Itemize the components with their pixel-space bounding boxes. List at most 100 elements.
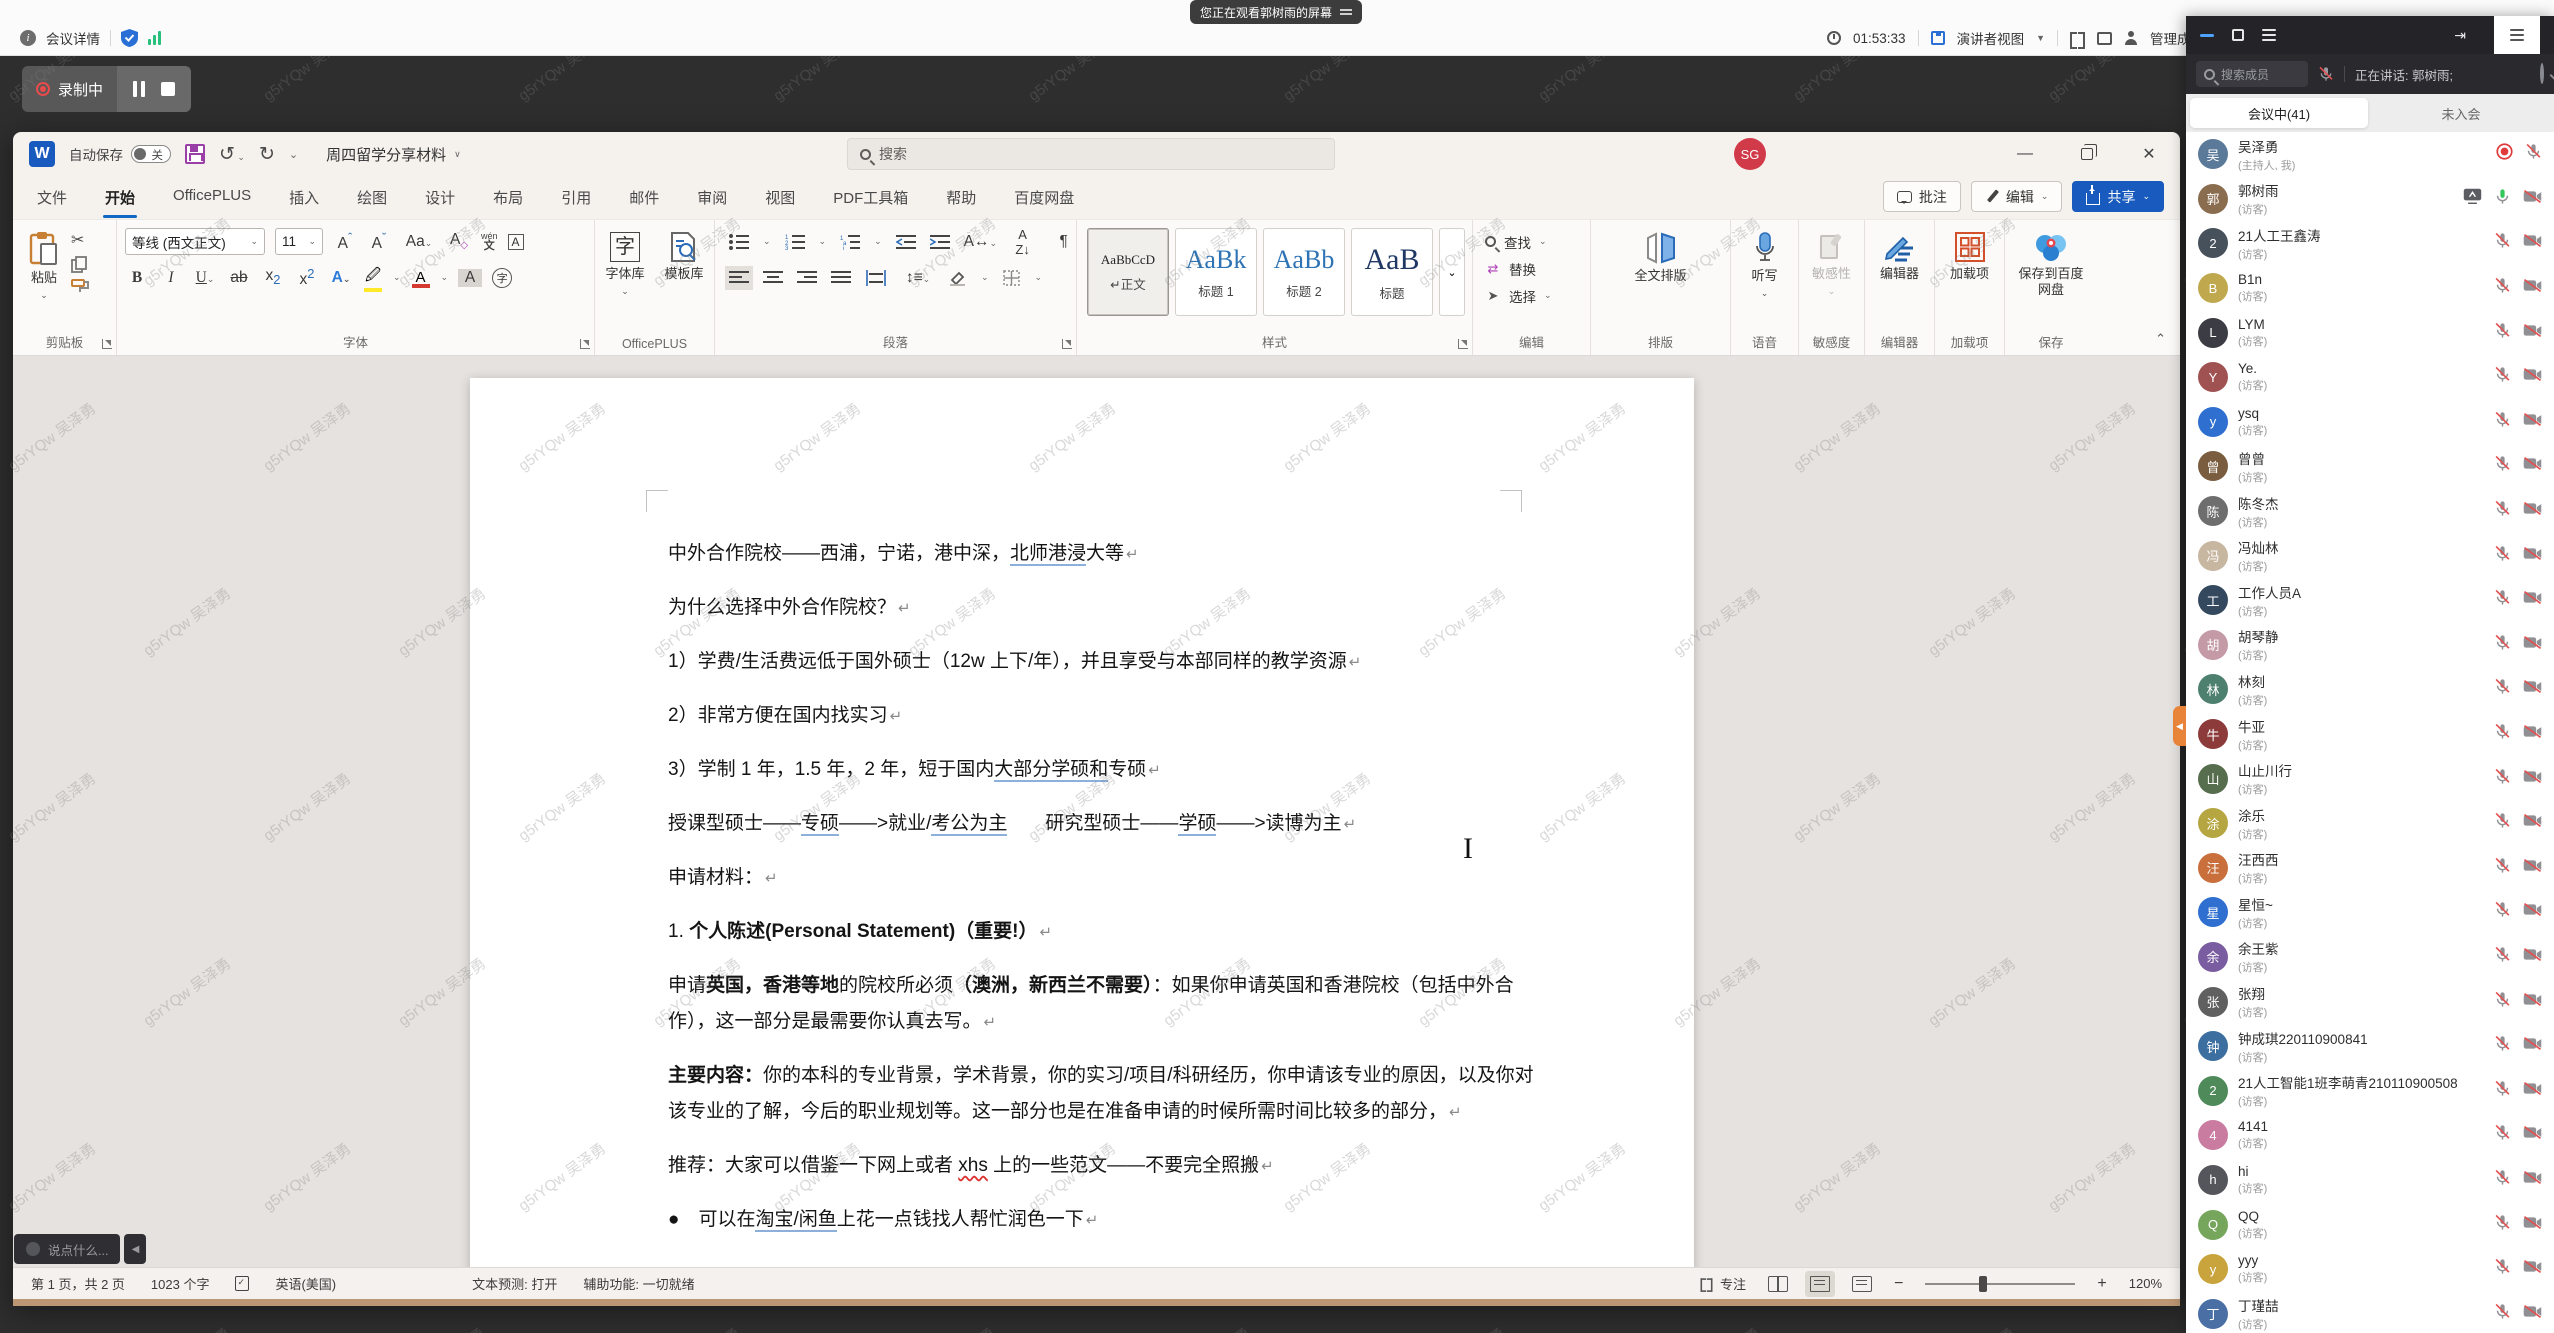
zoom-in-button[interactable]: + bbox=[2097, 1275, 2106, 1293]
shading-button[interactable] bbox=[949, 270, 967, 286]
mic-muted-icon[interactable] bbox=[2494, 768, 2511, 790]
clipboard-dialog-launcher[interactable] bbox=[102, 339, 112, 349]
web-layout-button[interactable] bbox=[1852, 1276, 1872, 1292]
ribbon-tab-布局[interactable]: 布局 bbox=[491, 181, 525, 214]
styles-gallery-more-button[interactable]: ⌄ bbox=[1439, 228, 1465, 316]
member-row[interactable]: 丁丁瑾喆(访客) bbox=[2186, 1291, 2554, 1333]
quick-access-more-button[interactable]: ⌄ bbox=[289, 148, 298, 161]
camera-off-icon[interactable] bbox=[2523, 635, 2542, 655]
member-row[interactable]: hhi(访客) bbox=[2186, 1158, 2554, 1203]
save-icon[interactable] bbox=[185, 144, 205, 164]
copy-button[interactable] bbox=[71, 256, 88, 273]
paragraph[interactable]: 为什么选择中外合作院校？↵ bbox=[668, 590, 1548, 627]
document-canvas[interactable]: 中外合作院校——西浦，宁诺，港中深，北师港浸大等↵为什么选择中外合作院校？↵1）… bbox=[13, 356, 2180, 1267]
mic-on-icon[interactable] bbox=[2494, 188, 2511, 210]
mic-muted-icon[interactable] bbox=[2494, 411, 2511, 433]
ribbon-tab-OfficePLUS[interactable]: OfficePLUS bbox=[171, 181, 253, 214]
ribbon-tab-PDF工具箱[interactable]: PDF工具箱 bbox=[831, 181, 910, 214]
align-left-button[interactable] bbox=[729, 270, 749, 286]
paragraph[interactable]: ● 可以在淘宝/闲鱼上花一点钱找人帮忙润色一下↵ bbox=[668, 1202, 1548, 1239]
stop-recording-button[interactable] bbox=[161, 82, 175, 96]
editor-button[interactable]: 编辑器 bbox=[1865, 228, 1934, 286]
camera-off-icon[interactable] bbox=[2523, 1259, 2542, 1279]
minimize-panel-icon[interactable] bbox=[2200, 34, 2214, 37]
camera-off-icon[interactable] bbox=[2523, 902, 2542, 922]
mic-muted-icon[interactable] bbox=[2494, 322, 2511, 344]
member-row[interactable]: LLYM(访客) bbox=[2186, 310, 2554, 355]
side-layout-icon[interactable] bbox=[2097, 32, 2112, 45]
member-row[interactable]: BB1n(访客) bbox=[2186, 266, 2554, 311]
ribbon-tab-设计[interactable]: 设计 bbox=[423, 181, 457, 214]
decrease-indent-button[interactable] bbox=[896, 234, 916, 250]
camera-off-icon[interactable] bbox=[2523, 1125, 2542, 1145]
camera-off-icon[interactable] bbox=[2523, 546, 2542, 566]
phonetic-guide-button[interactable]: wén文 bbox=[481, 232, 498, 252]
camera-off-icon[interactable] bbox=[2523, 813, 2542, 833]
editing-mode-button[interactable]: 编辑⌄ bbox=[1971, 181, 2063, 212]
paragraph[interactable]: 申请材料：↵ bbox=[668, 860, 1548, 897]
font-color-button[interactable]: A bbox=[411, 269, 431, 286]
multilevel-list-button[interactable]: 1ai bbox=[840, 234, 860, 250]
restore-button[interactable] bbox=[2056, 132, 2118, 176]
grow-font-button[interactable]: Aˆ bbox=[333, 230, 357, 253]
distribute-button[interactable] bbox=[865, 270, 887, 286]
watching-screen-banner[interactable]: 您正在观看郭树雨的屏幕 bbox=[1190, 0, 1362, 24]
member-row[interactable]: 221人工智能1班李萌青210110900508(访客) bbox=[2186, 1068, 2554, 1113]
member-row[interactable]: 余余王紫(访客) bbox=[2186, 935, 2554, 980]
justify-button[interactable] bbox=[831, 270, 851, 286]
ribbon-tab-插入[interactable]: 插入 bbox=[287, 181, 321, 214]
zoom-slider-thumb[interactable] bbox=[1979, 1276, 1987, 1292]
mic-muted-icon[interactable] bbox=[2494, 455, 2511, 477]
chat-collapse-button[interactable]: ◀ bbox=[124, 1234, 146, 1264]
member-search-input[interactable]: 搜索成员 bbox=[2196, 61, 2308, 87]
word-logo[interactable]: W bbox=[29, 141, 55, 167]
font-library-button[interactable]: 字 字体库⌄ bbox=[599, 228, 650, 302]
mic-muted-icon[interactable] bbox=[2494, 500, 2511, 522]
window-mode-icon[interactable] bbox=[2232, 29, 2244, 41]
redo-button[interactable]: ↻ bbox=[259, 143, 275, 166]
ribbon-tab-帮助[interactable]: 帮助 bbox=[944, 181, 978, 214]
font-name-select[interactable]: 等线 (西文正文)⌄ bbox=[125, 228, 265, 255]
mic-muted-icon[interactable] bbox=[2494, 1124, 2511, 1146]
camera-off-icon[interactable] bbox=[2523, 1304, 2542, 1324]
member-row[interactable]: 陈陈冬杰(访客) bbox=[2186, 489, 2554, 534]
subscript-button[interactable]: x2 bbox=[261, 267, 285, 287]
fullscreen-icon[interactable] bbox=[2070, 32, 2085, 45]
mic-muted-icon[interactable] bbox=[2494, 857, 2511, 879]
bullets-button[interactable] bbox=[729, 234, 749, 250]
select-button[interactable]: ➤选择⌄ bbox=[1485, 282, 1590, 309]
camera-off-icon[interactable] bbox=[2523, 1215, 2542, 1235]
paragraph[interactable]: 1）学费/生活费远低于国外硕士（12w 上下/年），并且享受与本部同样的教学资源… bbox=[668, 644, 1548, 681]
member-list[interactable]: 吴吴泽勇(主持人, 我)郭郭树雨(访客)221人工王鑫涛(访客)BB1n(访客)… bbox=[2186, 132, 2554, 1333]
view-mode-button[interactable]: 演讲者视图 bbox=[1957, 28, 2025, 48]
camera-off-icon[interactable] bbox=[2523, 323, 2542, 343]
mic-muted-icon[interactable] bbox=[2494, 545, 2511, 567]
enclose-characters-button[interactable]: 字 bbox=[492, 268, 512, 288]
paragraph[interactable]: 推荐：大家可以借鉴一下网上或者 xhs 上的一些范文——不要完全照搬↵ bbox=[668, 1148, 1548, 1185]
superscript-button[interactable]: x2 bbox=[295, 266, 319, 289]
banner-menu-icon[interactable] bbox=[1340, 7, 1352, 17]
paragraph[interactable]: 申请英国，香港等地的院校所必须（澳洲，新西兰不需要）：如果你申请英国和香港院校（… bbox=[668, 968, 1548, 1041]
pause-recording-button[interactable] bbox=[133, 81, 145, 97]
member-row[interactable]: YYe.(访客) bbox=[2186, 355, 2554, 400]
format-painter-button[interactable] bbox=[71, 279, 89, 295]
line-spacing-button[interactable]: ↕≡⌄ bbox=[901, 269, 935, 287]
ribbon-tab-百度网盘[interactable]: 百度网盘 bbox=[1012, 181, 1076, 214]
chat-quick-input[interactable]: 说点什么... ◀ bbox=[14, 1234, 146, 1264]
meeting-details-button[interactable]: 会议详情 bbox=[46, 28, 100, 48]
text-prediction[interactable]: 文本预测: 打开 bbox=[472, 1274, 557, 1293]
replace-button[interactable]: ⇄替换 bbox=[1485, 255, 1590, 282]
style-item[interactable]: AaBk标题 1 bbox=[1175, 228, 1257, 316]
camera-off-icon[interactable] bbox=[2523, 947, 2542, 967]
member-row[interactable]: 涂涂乐(访客) bbox=[2186, 801, 2554, 846]
full-layout-button[interactable]: 全文排版 bbox=[1591, 228, 1730, 288]
accessibility-status[interactable]: 辅助功能: 一切就绪 bbox=[583, 1274, 694, 1293]
close-button[interactable]: ✕ bbox=[2118, 132, 2180, 176]
camera-off-icon[interactable] bbox=[2523, 278, 2542, 298]
autosave-switch[interactable]: 关 bbox=[131, 145, 171, 163]
character-shading-button[interactable]: A bbox=[458, 269, 482, 287]
member-row[interactable]: 张张翔(访客) bbox=[2186, 979, 2554, 1024]
mic-muted-icon[interactable] bbox=[2494, 1080, 2511, 1102]
tab-in-meeting[interactable]: 会议中(41) bbox=[2190, 98, 2368, 128]
zoom-level[interactable]: 120% bbox=[2129, 1276, 2162, 1291]
